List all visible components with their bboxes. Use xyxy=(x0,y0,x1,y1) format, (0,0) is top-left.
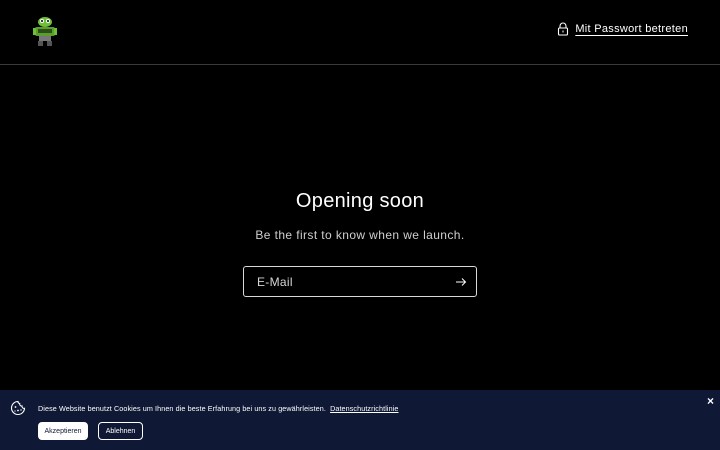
email-signup-form xyxy=(243,266,477,297)
header: Mit Passwort betreten xyxy=(0,0,720,65)
password-login-link[interactable]: Mit Passwort betreten xyxy=(557,22,688,36)
close-banner-button[interactable]: × xyxy=(707,394,714,408)
lock-icon xyxy=(558,22,569,36)
password-link-label: Mit Passwort betreten xyxy=(575,23,688,35)
decline-cookies-button[interactable]: Ablehnen xyxy=(98,422,143,440)
main-content: Opening soon Be the first to know when w… xyxy=(0,190,720,242)
accept-cookies-button[interactable]: Akzeptieren xyxy=(38,422,88,440)
submit-button[interactable] xyxy=(446,267,476,296)
page-title: Opening soon xyxy=(295,190,425,212)
page-subtitle: Be the first to know when we launch. xyxy=(255,228,465,242)
email-input[interactable] xyxy=(244,267,446,296)
cookie-message: Diese Website benutzt Cookies um Ihnen d… xyxy=(38,404,398,413)
arrow-right-icon xyxy=(456,277,467,286)
cookie-banner: Diese Website benutzt Cookies um Ihnen d… xyxy=(0,390,720,450)
cookie-message-text: Diese Website benutzt Cookies um Ihnen d… xyxy=(38,404,326,413)
robot-mascot-icon[interactable] xyxy=(32,15,58,47)
privacy-policy-link[interactable]: Datenschutzrichtlinie xyxy=(330,404,398,413)
cookie-icon xyxy=(10,400,26,416)
